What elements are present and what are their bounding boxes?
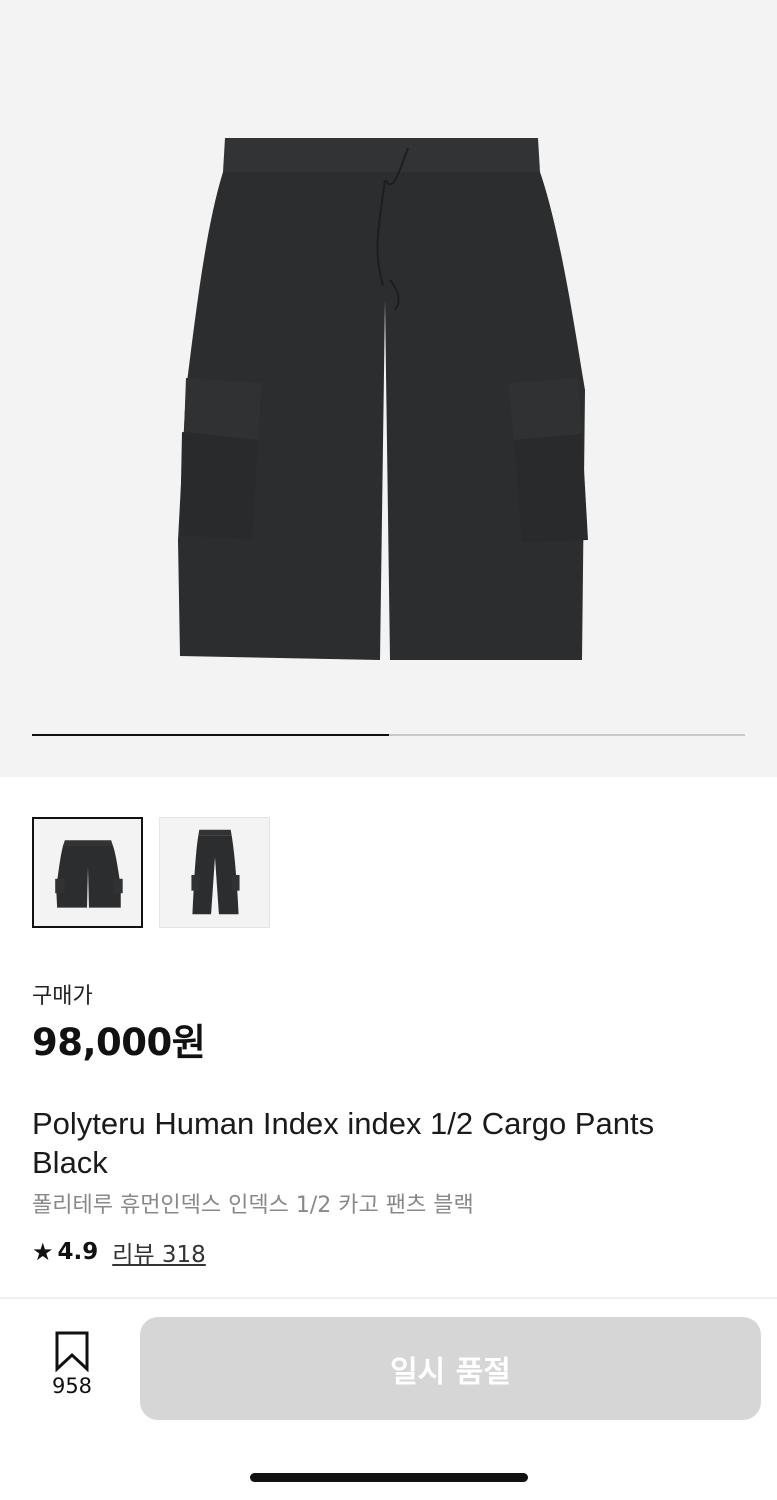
- sold-out-button[interactable]: 일시 품절: [140, 1317, 761, 1420]
- star-icon: ★: [32, 1238, 54, 1266]
- product-title-ko: 폴리테루 휴먼인덱스 인덱스 1/2 카고 팬츠 블랙: [32, 1193, 474, 1218]
- bookmark-icon: [55, 1331, 89, 1372]
- review-count-link[interactable]: 리뷰 318: [112, 1235, 206, 1269]
- thumbnail-shorts-front[interactable]: [32, 817, 143, 928]
- price-amount: 98,000원: [32, 1021, 206, 1064]
- product-title-en: Polyteru Human Index index 1/2 Cargo Pan…: [32, 1106, 655, 1180]
- product-image-carousel[interactable]: [0, 0, 777, 777]
- carousel-progress: [32, 734, 745, 736]
- price-label: 구매가: [32, 984, 93, 1009]
- divider: [0, 1297, 777, 1299]
- bookmark-count: 958: [51, 1374, 93, 1398]
- rating-value: 4.9: [57, 1239, 99, 1265]
- product-image-cargo-shorts: [178, 138, 588, 660]
- thumbnail-image: [191, 829, 240, 915]
- bookmark-button[interactable]: 958: [40, 1330, 104, 1398]
- thumbnail-image: [55, 840, 123, 908]
- carousel-progress-fill: [32, 734, 389, 736]
- thumbnail-strip: [32, 817, 270, 928]
- thumbnail-pants-front[interactable]: [159, 817, 270, 928]
- home-indicator: [250, 1473, 528, 1482]
- rating-row: ★ 4.9 리뷰 318: [32, 1235, 206, 1269]
